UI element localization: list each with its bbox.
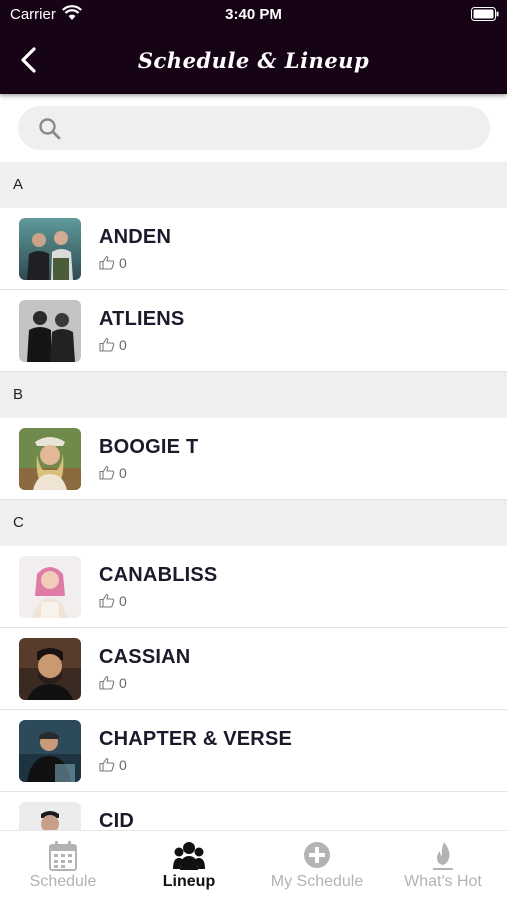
artist-row[interactable]: ATLIENS 0 — [0, 290, 507, 372]
like-button[interactable]: 0 — [99, 675, 127, 691]
like-button[interactable]: 0 — [99, 337, 127, 353]
search-input[interactable] — [72, 106, 472, 150]
tab-bar: Schedule Lineup My Schedule What's Hot — [0, 830, 507, 900]
tab-label: Schedule — [29, 873, 97, 890]
tab-lineup[interactable]: Lineup — [126, 831, 252, 900]
section-header-c: C — [0, 500, 507, 546]
tab-whats-hot[interactable]: What's Hot — [380, 831, 506, 900]
like-button[interactable]: 0 — [99, 255, 127, 271]
like-count: 0 — [119, 593, 127, 609]
flame-icon — [433, 842, 453, 870]
artist-avatar — [19, 428, 81, 490]
artist-avatar — [19, 638, 81, 700]
thumbs-up-icon — [99, 675, 115, 690]
thumbs-up-icon — [99, 757, 115, 772]
search-container — [0, 94, 507, 162]
tab-label: What's Hot — [404, 873, 482, 890]
artist-name: CANABLISS — [99, 564, 218, 586]
like-count: 0 — [119, 465, 127, 481]
thumbs-up-icon — [99, 465, 115, 480]
artist-row[interactable]: ANDEN 0 — [0, 208, 507, 290]
section-header-b: B — [0, 372, 507, 418]
thumbs-up-icon — [99, 593, 115, 608]
tab-label: Lineup — [162, 873, 216, 890]
artist-avatar — [19, 720, 81, 782]
tab-label: My Schedule — [270, 873, 364, 890]
artist-avatar — [19, 218, 81, 280]
group-icon — [173, 842, 205, 870]
like-count: 0 — [119, 255, 127, 271]
like-count: 0 — [119, 757, 127, 773]
thumbs-up-icon — [99, 255, 115, 270]
artist-list: A ANDEN 0 ATLIENS 0 B BOOGIE T 0 C CANAB… — [0, 162, 507, 874]
artist-row[interactable]: CASSIAN 0 — [0, 628, 507, 710]
artist-row[interactable]: CANABLISS 0 — [0, 546, 507, 628]
status-time: 3:40 PM — [225, 6, 282, 23]
thumbs-up-icon — [99, 337, 115, 352]
nav-bar: Schedule & Lineup — [0, 28, 507, 94]
like-count: 0 — [119, 337, 127, 353]
page-title: Schedule & Lineup — [137, 48, 370, 73]
battery-icon — [471, 7, 499, 26]
plus-circle-icon — [304, 842, 330, 868]
like-count: 0 — [119, 675, 127, 691]
artist-name: CHAPTER & VERSE — [99, 728, 293, 750]
tab-schedule[interactable]: Schedule — [0, 831, 126, 900]
artist-row[interactable]: CHAPTER & VERSE 0 — [0, 710, 507, 792]
artist-name: CASSIAN — [99, 646, 191, 668]
search-icon — [38, 117, 62, 146]
section-header-a: A — [0, 162, 507, 208]
like-button[interactable]: 0 — [99, 593, 127, 609]
artist-avatar — [19, 556, 81, 618]
status-bar: Carrier 3:40 PM — [0, 0, 507, 28]
like-button[interactable]: 0 — [99, 757, 127, 773]
artist-avatar — [19, 300, 81, 362]
search-bar[interactable] — [18, 106, 490, 150]
like-button[interactable]: 0 — [99, 465, 127, 481]
calendar-icon — [49, 841, 77, 871]
artist-name: BOOGIE T — [99, 436, 199, 458]
tab-my-schedule[interactable]: My Schedule — [254, 831, 380, 900]
artist-row[interactable]: BOOGIE T 0 — [0, 418, 507, 500]
artist-name: ATLIENS — [99, 308, 185, 330]
artist-name: ANDEN — [99, 226, 172, 248]
